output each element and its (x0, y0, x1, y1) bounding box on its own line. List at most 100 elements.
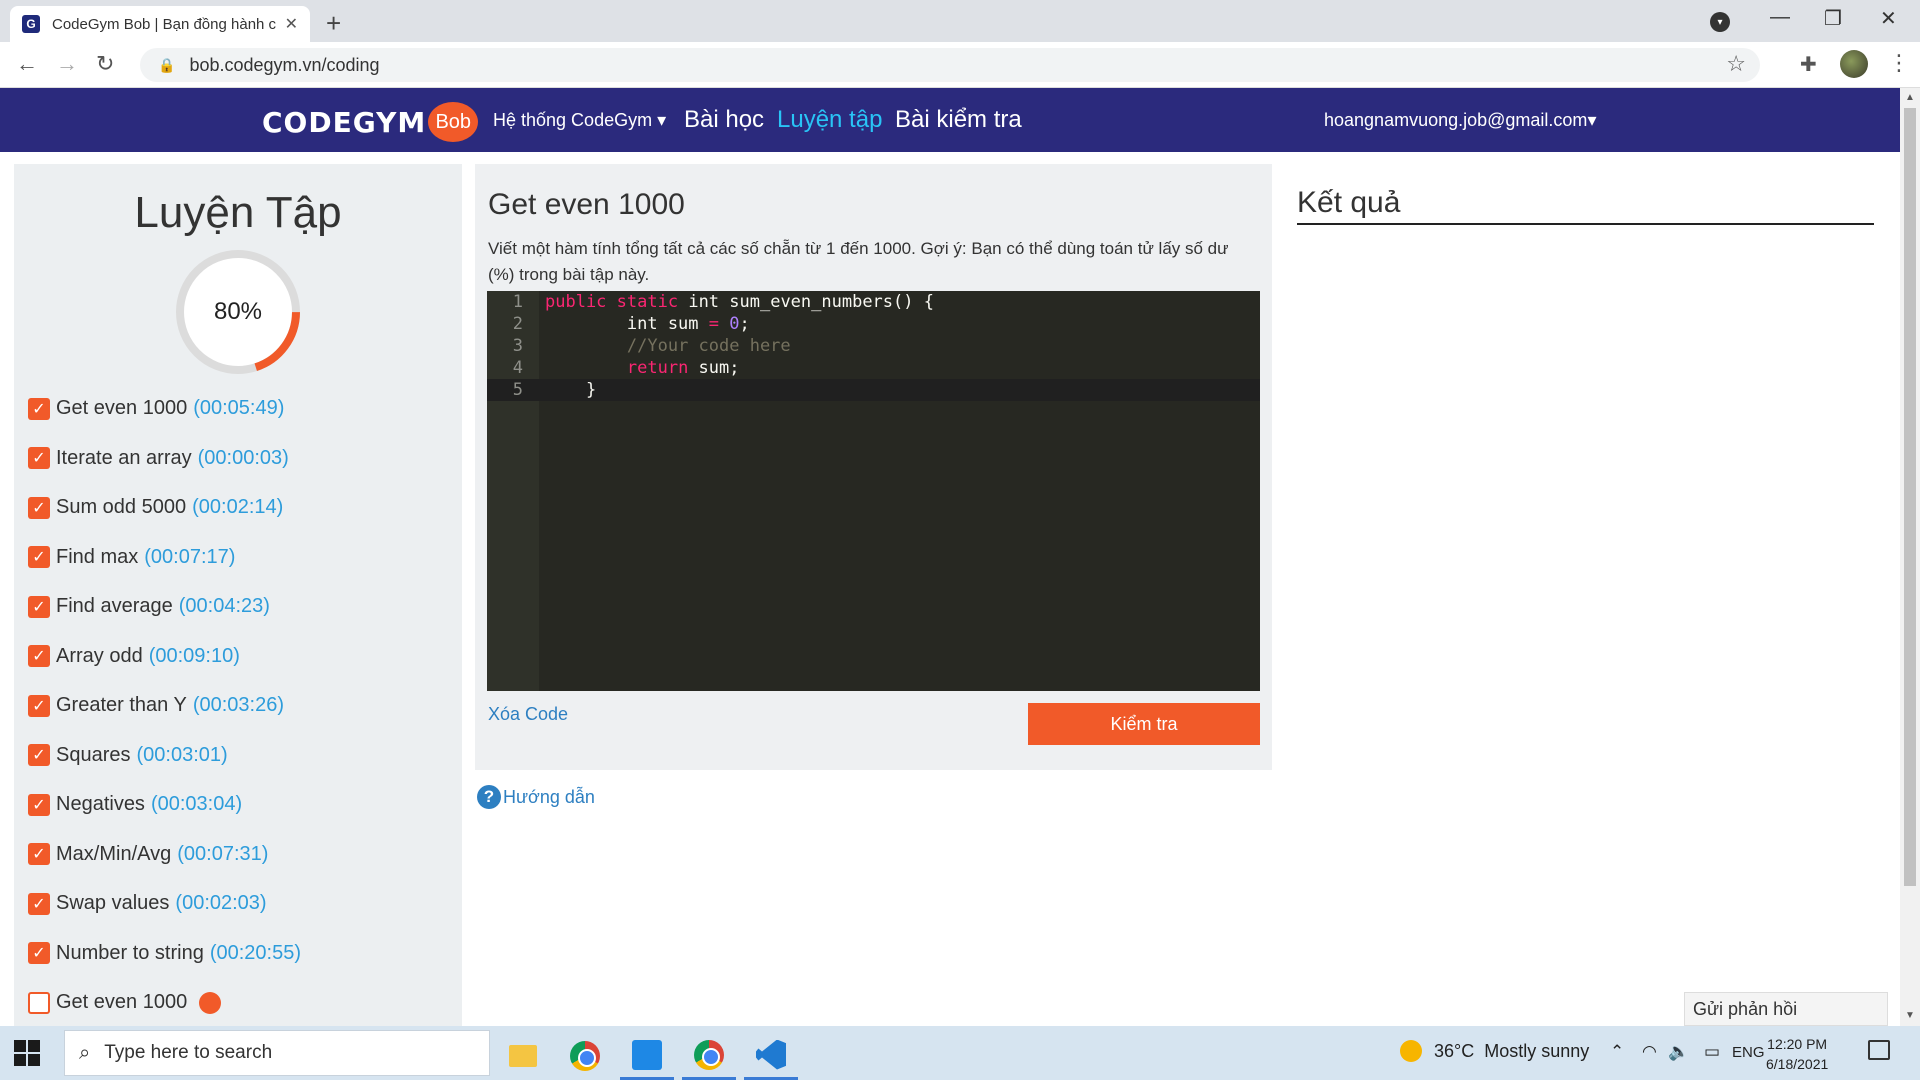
nav-system-menu[interactable]: Hệ thống CodeGym ▾ (493, 110, 666, 131)
exercise-name[interactable]: Swap values (56, 892, 169, 915)
taskbar-search[interactable]: ⌕ Type here to search (64, 1030, 490, 1076)
taskbar-chrome-1[interactable] (558, 1032, 612, 1080)
code-line[interactable]: 3 //Your code here (487, 335, 1260, 357)
weather-desc: Mostly sunny (1484, 1040, 1590, 1061)
exercise-time: (00:09:10) (148, 644, 240, 667)
language-indicator[interactable]: ENG (1732, 1044, 1765, 1061)
scrollbar-thumb[interactable] (1904, 108, 1916, 886)
feedback-button[interactable]: Gửi phản hồi (1684, 992, 1888, 1026)
checkbox-checked-icon[interactable]: ✓ (28, 694, 50, 717)
checkbox-checked-icon[interactable]: ✓ (28, 942, 50, 965)
volume-icon[interactable]: 🔈 (1668, 1042, 1689, 1062)
exercise-item[interactable]: Get even 1000 (28, 978, 458, 1028)
code-text[interactable]: //Your code here (545, 335, 791, 357)
wifi-icon[interactable]: ◠ (1642, 1042, 1657, 1062)
back-icon[interactable]: ← (16, 51, 38, 77)
address-bar[interactable]: 🔒 bob.codegym.vn/coding ☆ (140, 48, 1760, 82)
exercise-name[interactable]: Negatives (56, 793, 145, 816)
code-line[interactable]: 1 public static int sum_even_numbers() { (487, 291, 1260, 313)
puzzle-icon[interactable]: ✚ (1800, 52, 1817, 77)
checkbox-checked-icon[interactable]: ✓ (28, 546, 50, 569)
exercise-item[interactable]: ✓ Sum odd 5000 (00:02:14) (28, 483, 458, 533)
code-text[interactable]: } (545, 379, 596, 401)
url-text[interactable]: bob.codegym.vn/coding (189, 55, 379, 76)
page-scrollbar[interactable]: ▲ ▼ (1900, 88, 1920, 1026)
exercise-item[interactable]: ✓ Find max (00:07:17) (28, 533, 458, 583)
code-line[interactable]: 2 int sum = 0; (487, 313, 1260, 335)
exercise-name[interactable]: Array odd (56, 645, 143, 668)
exercise-item[interactable]: ✓ Iterate an array (00:00:03) (28, 434, 458, 484)
kebab-icon[interactable]: ⋮ (1888, 50, 1910, 76)
battery-icon[interactable]: ▭ (1704, 1042, 1720, 1062)
avatar[interactable] (1840, 50, 1868, 78)
exercise-name[interactable]: Get even 1000 (56, 991, 187, 1014)
exercise-name[interactable]: Squares (56, 744, 131, 767)
tab-search-icon[interactable]: ▾ (1710, 12, 1730, 32)
exercise-item[interactable]: ✓ Swap values (00:02:03) (28, 879, 458, 929)
exercise-item[interactable]: ✓ Negatives (00:03:04) (28, 780, 458, 830)
exercise-item[interactable]: ✓ Squares (00:03:01) (28, 731, 458, 781)
taskbar-store[interactable] (620, 1032, 674, 1080)
exercise-item[interactable]: ✓ Greater than Y (00:03:26) (28, 681, 458, 731)
restore-icon[interactable]: ❐ (1824, 6, 1842, 31)
taskbar-file-explorer[interactable] (496, 1032, 550, 1080)
exercise-name[interactable]: Get even 1000 (56, 397, 187, 420)
weather-widget[interactable]: 36°C Mostly sunny (1400, 1040, 1589, 1062)
exercise-name[interactable]: Iterate an array (56, 447, 192, 470)
checkbox-checked-icon[interactable]: ✓ (28, 843, 50, 866)
checkbox-checked-icon[interactable]: ✓ (28, 744, 50, 767)
code-text[interactable]: public static int sum_even_numbers() { (545, 291, 934, 313)
exercise-item[interactable]: ✓ Find average (00:04:23) (28, 582, 458, 632)
checkbox-checked-icon[interactable]: ✓ (28, 793, 50, 816)
checkbox-checked-icon[interactable]: ✓ (28, 447, 50, 470)
scroll-up-icon[interactable]: ▲ (1905, 92, 1915, 103)
window-close-icon[interactable]: ✕ (1880, 6, 1897, 31)
taskbar-vscode[interactable] (744, 1032, 798, 1080)
notification-icon[interactable] (1868, 1040, 1890, 1060)
code-text[interactable]: int sum = 0; (545, 313, 750, 335)
checkbox-checked-icon[interactable]: ✓ (28, 892, 50, 915)
scroll-down-icon[interactable]: ▼ (1905, 1010, 1915, 1021)
user-menu[interactable]: hoangnamvuong.job@gmail.com▾ (1324, 110, 1596, 131)
close-icon[interactable]: ✕ (285, 14, 298, 34)
clear-code-link[interactable]: Xóa Code (488, 704, 568, 725)
check-button[interactable]: Kiểm tra (1028, 703, 1260, 745)
codegym-logo[interactable]: CODEGYM Bob (262, 102, 479, 142)
exercise-item[interactable]: ✓ Array odd (00:09:10) (28, 632, 458, 682)
minimize-icon[interactable]: — (1770, 6, 1790, 29)
nav-lessons[interactable]: Bài học (684, 106, 764, 134)
exercise-name[interactable]: Sum odd 5000 (56, 496, 186, 519)
exercise-name[interactable]: Find max (56, 546, 138, 569)
help-link[interactable]: ? Hướng dẫn (477, 785, 595, 809)
star-icon[interactable]: ☆ (1726, 51, 1746, 77)
chevron-up-icon[interactable]: ⌃ (1610, 1042, 1624, 1062)
exercise-item[interactable]: ✓ Number to string (00:20:55) (28, 929, 458, 979)
checkbox-checked-icon[interactable]: ✓ (28, 595, 50, 618)
code-line[interactable]: 4 return sum; (487, 357, 1260, 379)
checkbox-checked-icon[interactable]: ✓ (28, 645, 50, 668)
checkbox-empty-icon[interactable] (28, 991, 50, 1014)
browser-tab[interactable]: G CodeGym Bob | Bạn đồng hành c ✕ (10, 6, 310, 42)
code-line[interactable]: 5 } (487, 379, 1260, 401)
exercise-name[interactable]: Find average (56, 595, 173, 618)
plus-icon[interactable]: + (326, 8, 341, 39)
exercise-time: (00:05:49) (193, 397, 285, 420)
nav-practice[interactable]: Luyện tập (777, 106, 882, 134)
taskbar-chrome-2[interactable] (682, 1032, 736, 1080)
exercise-name[interactable]: Greater than Y (56, 694, 187, 717)
checkbox-checked-icon[interactable]: ✓ (28, 397, 50, 420)
windows-icon[interactable] (14, 1040, 40, 1066)
taskbar-clock[interactable]: 12:20 PM 6/18/2021 (1766, 1034, 1828, 1074)
exercise-item[interactable]: ✓ Get even 1000 (00:05:49) (28, 384, 458, 434)
forward-icon[interactable]: → (56, 51, 78, 77)
exercise-item[interactable]: ✓ Max/Min/Avg (00:07:31) (28, 830, 458, 880)
exercise-name[interactable]: Max/Min/Avg (56, 843, 171, 866)
code-editor[interactable]: 1 public static int sum_even_numbers() {2… (487, 291, 1260, 691)
nav-tests[interactable]: Bài kiểm tra (895, 106, 1022, 134)
reload-icon[interactable]: ↻ (96, 51, 114, 77)
lock-icon[interactable]: 🔒 (158, 57, 175, 74)
checkbox-checked-icon[interactable]: ✓ (28, 496, 50, 519)
code-text[interactable]: return sum; (545, 357, 740, 379)
exercise-time: (00:03:01) (136, 743, 228, 766)
exercise-name[interactable]: Number to string (56, 942, 204, 965)
